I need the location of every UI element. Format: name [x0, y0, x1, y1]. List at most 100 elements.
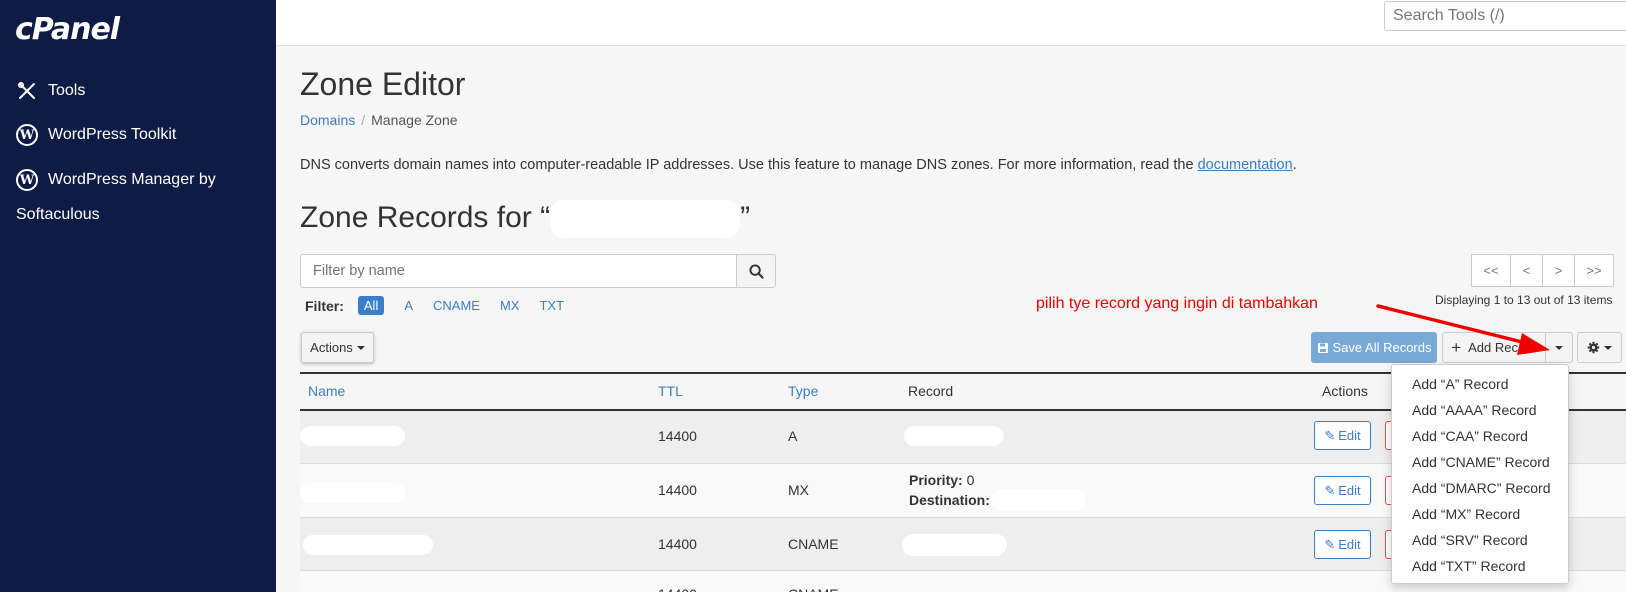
menu-item-add-srv[interactable]: Add “SRV” Record	[1392, 527, 1568, 553]
add-record-label: Add Record	[1468, 340, 1537, 355]
sidebar-item-wordpress-toolkit[interactable]: W WordPress Toolkit	[16, 124, 176, 146]
type-cell: CNAME	[788, 586, 839, 592]
redacted-domain	[550, 200, 741, 238]
display-count: Displaying 1 to 13 out of 13 items	[1435, 293, 1613, 307]
prev-page-button[interactable]: <	[1510, 254, 1543, 287]
ttl-cell: 14400	[658, 428, 697, 444]
sidebar-item-wordpress-manager-line2[interactable]: Softaculous	[16, 206, 100, 224]
filter-label: Filter:	[305, 297, 344, 314]
pencil-icon: ✎	[1324, 427, 1336, 443]
zone-heading-prefix: Zone Records for “	[300, 200, 551, 234]
type-cell: CNAME	[788, 536, 839, 552]
wordpress-icon: W	[16, 169, 38, 191]
annotation-text: pilih tye record yang ingin di tambahkan	[1036, 295, 1318, 312]
cpanel-logo[interactable]: cPanel	[15, 12, 120, 47]
redacted-name	[300, 426, 405, 446]
add-record-dropdown-menu: Add “A” Record Add “AAAA” Record Add “CA…	[1391, 364, 1569, 584]
filter-search-button[interactable]	[736, 254, 776, 288]
column-header-type[interactable]: Type	[788, 383, 818, 399]
mx-destination: Destination:	[909, 492, 990, 508]
filter-by-name-input[interactable]	[300, 254, 737, 288]
sidebar-item-wordpress-manager[interactable]: W WordPress Manager by	[16, 169, 216, 191]
caret-down-icon	[356, 345, 365, 350]
edit-button[interactable]: ✎ Edit	[1314, 476, 1371, 505]
save-icon	[1317, 342, 1328, 353]
edit-label: Edit	[1338, 428, 1361, 443]
actions-label: Actions	[310, 340, 353, 355]
priority-value: 0	[966, 472, 975, 488]
save-all-records-button[interactable]: Save All Records	[1311, 332, 1437, 363]
menu-item-add-caa[interactable]: Add “CAA” Record	[1392, 423, 1568, 449]
sidebar-item-label: WordPress Manager by	[48, 171, 216, 188]
type-cell: A	[788, 428, 798, 444]
menu-item-add-a[interactable]: Add “A” Record	[1392, 371, 1568, 397]
priority-label: Priority:	[909, 472, 963, 488]
redacted-name	[300, 483, 405, 503]
edit-button[interactable]: ✎ Edit	[1314, 421, 1371, 450]
pagination: << < > >>	[1471, 254, 1614, 287]
last-page-button[interactable]: >>	[1574, 254, 1614, 287]
caret-down-icon	[1604, 345, 1612, 350]
breadcrumb-separator: /	[361, 112, 366, 128]
destination-label: Destination:	[909, 492, 990, 508]
next-page-button[interactable]: >	[1542, 254, 1575, 287]
menu-item-add-cname[interactable]: Add “CNAME” Record	[1392, 449, 1568, 475]
documentation-link[interactable]: documentation	[1198, 157, 1293, 173]
edit-label: Edit	[1338, 483, 1361, 498]
sidebar-item-label: Tools	[48, 82, 86, 99]
redacted-record	[904, 426, 1004, 446]
breadcrumb-current: Manage Zone	[371, 112, 458, 128]
save-all-label: Save All Records	[1332, 340, 1432, 355]
ttl-cell: 14400	[658, 586, 697, 592]
menu-item-add-txt[interactable]: Add “TXT” Record	[1392, 553, 1568, 579]
settings-dropdown-button[interactable]	[1577, 332, 1622, 363]
sidebar-item-label: Softaculous	[16, 206, 100, 223]
page-description: DNS converts domain names into computer-…	[300, 157, 1297, 173]
tools-icon	[16, 80, 38, 102]
plus-icon: +	[1451, 337, 1462, 357]
redacted-destination	[992, 489, 1086, 511]
zone-records-heading: Zone Records for “ ”	[300, 200, 750, 238]
search-tools-input[interactable]	[1384, 1, 1626, 31]
mx-priority: Priority: 0	[909, 472, 974, 488]
zone-heading-suffix: ”	[740, 200, 751, 234]
menu-item-add-dmarc[interactable]: Add “DMARC” Record	[1392, 475, 1568, 501]
redacted-record	[902, 534, 1007, 556]
gear-icon	[1587, 341, 1600, 354]
column-header-record: Record	[908, 383, 954, 399]
column-header-name[interactable]: Name	[308, 383, 345, 399]
ttl-cell: 14400	[658, 536, 697, 552]
ttl-cell: 14400	[658, 482, 697, 498]
pencil-icon: ✎	[1324, 482, 1336, 498]
filter-chip-txt[interactable]: TXT	[539, 298, 564, 313]
filter-chip-mx[interactable]: MX	[500, 298, 520, 313]
column-header-actions: Actions	[1322, 383, 1368, 399]
page-title: Zone Editor	[300, 66, 466, 102]
search-icon	[748, 263, 764, 279]
column-header-ttl[interactable]: TTL	[658, 383, 683, 399]
sidebar: cPanel Tools W WordPress Toolkit W WordP…	[0, 0, 276, 592]
caret-down-icon	[1555, 345, 1563, 350]
breadcrumb-domains-link[interactable]: Domains	[300, 112, 355, 128]
add-record-button[interactable]: + Add Record	[1442, 332, 1546, 363]
add-record-dropdown-toggle[interactable]	[1545, 332, 1573, 363]
type-cell: MX	[788, 482, 809, 498]
sidebar-item-label: WordPress Toolkit	[48, 126, 177, 143]
filter-chip-a[interactable]: A	[404, 298, 413, 313]
actions-dropdown-button[interactable]: Actions	[301, 332, 374, 363]
menu-item-add-mx[interactable]: Add “MX” Record	[1392, 501, 1568, 527]
pencil-icon: ✎	[1324, 536, 1336, 552]
first-page-button[interactable]: <<	[1471, 254, 1511, 287]
description-text: DNS converts domain names into computer-…	[300, 157, 1198, 173]
filter-chip-all[interactable]: All	[357, 296, 385, 315]
filter-chip-cname[interactable]: CNAME	[433, 298, 480, 313]
sidebar-item-tools[interactable]: Tools	[16, 80, 85, 102]
redacted-name	[303, 535, 433, 555]
edit-button[interactable]: ✎ Edit	[1314, 530, 1371, 559]
type-filter-bar: Filter: All A CNAME MX TXT	[305, 296, 584, 315]
description-end: .	[1292, 157, 1297, 173]
edit-label: Edit	[1338, 537, 1361, 552]
menu-item-add-aaaa[interactable]: Add “AAAA” Record	[1392, 397, 1568, 423]
breadcrumb: Domains / Manage Zone	[300, 112, 458, 128]
wordpress-icon: W	[16, 124, 38, 146]
